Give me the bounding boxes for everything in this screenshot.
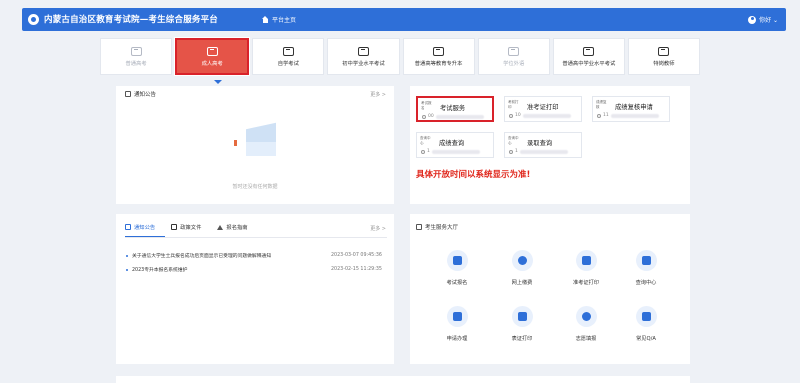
warning-icon [217,224,224,230]
home-label: 平台主页 [272,17,297,24]
tab-notices[interactable]: 通知公告 [125,223,155,231]
notice-panel: 通知公告 更多 > 暂时还没有任何数据 [116,86,394,204]
active-tab-indicator [214,80,222,84]
list-item[interactable]: 关于通信大学生士兵报名成功后页面显示已受理的问题做解释通知 2023-03-07… [126,252,388,259]
document-icon [635,250,657,271]
tab-icon [583,46,595,56]
hall-ticket-print[interactable]: 准考证打印 [556,250,616,286]
footer [116,376,690,383]
clock-icon [422,114,426,119]
tab-icon [658,46,670,56]
clock-icon [509,113,513,118]
service-score-review[interactable]: 成绩复核 成绩复核申请 11 [592,96,670,122]
service-admission-query[interactable]: 查询中心 录取查询 1 [504,132,582,158]
graduation-cap-icon [446,250,468,271]
more-link[interactable]: 更多 > [370,91,386,98]
exam-type-tabs: 普通高考 成人高考 自学考试 初中学业水平考试 普通高等教育专升本 学位外语 普… [100,37,700,78]
user-menu[interactable]: 你好 ⌄ [748,15,778,24]
notice-icon [125,91,131,97]
tab-icon [357,46,369,56]
user-label: 你好 ⌄ [759,17,778,24]
clock-icon [509,149,513,154]
tab-degree-language[interactable]: 学位外语 [477,38,550,75]
clover-icon [575,306,597,327]
clock-icon [597,113,601,118]
tab-high-school[interactable]: 普通高中学业水平考试 [552,38,625,75]
printer-icon [575,250,597,271]
hall-icon [416,224,422,230]
open-time-note: 具体开放时间以系统显示为准! [416,170,531,180]
chat-icon [635,306,657,327]
tab-gaokao[interactable]: 普通高考 [100,38,173,75]
site-title: 内蒙古自治区教育考试院—考生综合服务平台 [44,15,219,25]
tab-guides[interactable]: 报名指南 [217,223,248,231]
tab-special-teacher[interactable]: 特岗教师 [627,38,700,75]
more-link[interactable]: 更多 > [370,225,386,232]
file-icon [171,224,178,230]
tab-adult-exam[interactable]: 成人高考 [174,37,251,76]
service-score-query[interactable]: 查询中心 成绩查询 1 [416,132,494,158]
list-item[interactable]: 2023专升本报名系统维护 2023-02-15 11:29:35 [126,266,388,273]
user-icon [748,15,757,24]
tab-icon [130,46,142,56]
hall-faq[interactable]: 常见Q/A [616,306,676,342]
tab-upgrade[interactable]: 普通高等教育专升本 [402,38,475,75]
tab-icon [282,46,294,56]
tab-policies[interactable]: 政策文件 [171,223,201,231]
hall-form-print[interactable]: 表证打印 [492,306,552,342]
bullet [126,254,128,257]
bullet [126,268,128,271]
clock-icon [421,149,425,154]
service-admission-ticket[interactable]: 考前打印 准考证打印 10 [504,96,582,122]
print-form-icon [511,306,533,327]
hall-application[interactable]: 申请办理 [427,306,487,342]
home-icon [262,16,269,23]
tab-icon [433,46,445,56]
home-link[interactable]: 平台主页 [262,15,296,24]
empty-text: 暂时还没有任何数据 [232,184,278,190]
flag-shape [234,140,237,146]
notice-header: 通知公告 [125,90,156,98]
edit-icon [446,306,468,327]
top-bar: 内蒙古自治区教育考试院—考生综合服务平台 平台主页 你好 ⌄ [22,8,786,31]
hall-title: 考生服务大厅 [416,223,458,231]
service-exam-registration[interactable]: 考试报名 考试服务 00 [416,96,494,122]
notice-icon [125,224,131,230]
hall-volunteer[interactable]: 志愿填报 [556,306,616,342]
news-tabs: 通知公告 政策文件 报名指南 [125,223,248,231]
news-panel: 通知公告 政策文件 报名指南 更多 > 关于通信大学生士兵报名成功后页面显示已受… [116,214,394,364]
hall-query-center[interactable]: 查询中心 [616,250,676,286]
service-hall: 考生服务大厅 考试报名 网上缴费 准考证打印 查询中心 申请办理 表证打印 志愿… [410,214,690,364]
hall-online-payment[interactable]: 网上缴费 [492,250,552,286]
tab-junior-high[interactable]: 初中学业水平考试 [327,38,400,75]
tab-icon [508,46,520,56]
payment-icon [511,250,533,271]
services-panel: 考试报名 考试服务 00 考前打印 准考证打印 10 成绩复核 成绩复核申请 1… [410,86,690,204]
empty-illustration [228,120,298,160]
box-shape [246,142,276,156]
logo-icon [28,14,39,25]
tab-self-study[interactable]: 自学考试 [252,38,325,75]
tab-icon [206,46,218,56]
hall-exam-registration[interactable]: 考试报名 [427,250,487,286]
divider [125,237,387,238]
